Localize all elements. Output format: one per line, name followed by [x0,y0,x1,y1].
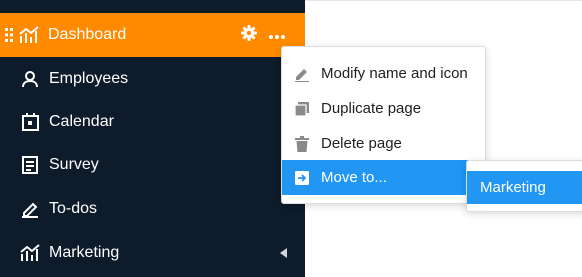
move-icon [293,169,311,187]
menu-item-duplicate[interactable]: Duplicate page [282,91,485,126]
submenu-item-label: Marketing [480,179,546,196]
context-menu: Modify name and icon Duplicate page Dele… [281,46,486,204]
chart-bars-icon [19,242,41,264]
sidebar-item-calendar[interactable]: Calendar [0,100,305,144]
pencil-icon [19,198,41,220]
menu-item-label: Duplicate page [321,100,422,117]
sidebar-item-label: Survey [49,156,99,173]
more-options-icon[interactable] [269,26,285,44]
sidebar-item-label: Dashboard [48,26,127,43]
sidebar-item-marketing[interactable]: Marketing [0,231,305,275]
menu-item-label: Move to... [321,169,387,186]
menu-item-modify-name[interactable]: Modify name and icon [282,56,485,91]
pencil-icon [293,65,311,83]
gear-icon[interactable] [241,24,257,46]
menu-item-move-to[interactable]: Move to... [282,160,485,195]
copy-icon [293,100,311,118]
sidebar-item-label: Calendar [49,113,114,130]
sidebar-item-label: Marketing [49,244,120,261]
menu-item-delete[interactable]: Delete page [282,126,485,161]
sidebar-item-todos[interactable]: To-dos [0,187,305,231]
menu-item-label: Delete page [321,135,402,152]
menu-item-label: Modify name and icon [321,65,468,82]
sidebar-item-dashboard[interactable]: Dashboard [0,13,305,57]
sidebar-item-survey[interactable]: Survey [0,143,305,187]
chart-bars-icon [18,24,40,46]
sidebar-item-label: To-dos [49,200,98,217]
submenu-item-marketing[interactable]: Marketing [467,171,582,204]
calendar-icon [19,111,41,133]
caret-left-icon[interactable] [280,231,287,275]
sidebar: Dashboard Employees Calendar Survey To-d… [0,0,305,277]
form-icon [19,154,41,176]
person-icon [19,68,41,90]
move-to-submenu: Marketing [466,160,582,212]
drag-handle-icon[interactable] [5,27,14,43]
trash-icon [293,135,311,153]
sidebar-item-employees[interactable]: Employees [0,57,305,101]
sidebar-item-label: Employees [49,70,129,87]
main-content-divider [305,0,582,1]
